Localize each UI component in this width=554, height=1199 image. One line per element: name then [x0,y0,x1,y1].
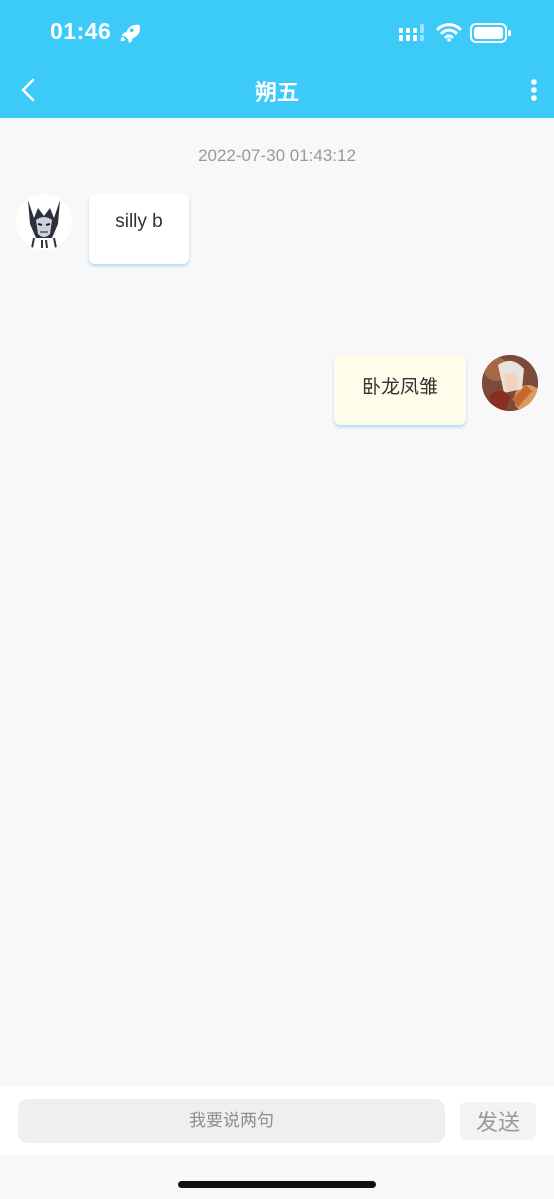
message-bubble-sent[interactable]: 卧龙凤雏 [334,355,466,425]
more-button[interactable] [502,72,538,108]
more-vertical-icon [531,79,537,101]
nav-bar: 朔五 [0,64,554,118]
contact-avatar-image [16,194,72,250]
composer-bar: 发送 [0,1087,554,1155]
header: 01:46 朔五 [0,0,554,118]
avatar[interactable] [16,194,72,250]
avatar[interactable] [482,355,538,411]
rocket-icon [120,24,140,44]
status-time: 01:46 [50,18,112,44]
signal-icon [399,24,424,41]
message-bubble-received[interactable]: silly b [89,194,189,264]
message-input[interactable] [18,1099,445,1143]
status-bar: 01:46 [0,0,554,64]
battery-icon [470,23,511,43]
page-title: 朔五 [254,80,299,105]
message-text: 卧龙凤雏 [361,377,438,398]
wifi-icon [436,23,462,42]
home-indicator [178,1181,376,1188]
message-timestamp: 2022-07-30 01:43:12 [198,146,356,165]
message-text: silly b [115,211,163,232]
send-button[interactable]: 发送 [460,1102,536,1140]
user-avatar-image [482,355,538,411]
chat-area[interactable]: 2022-07-30 01:43:12 silly b 卧龙凤雏 [0,118,554,1086]
